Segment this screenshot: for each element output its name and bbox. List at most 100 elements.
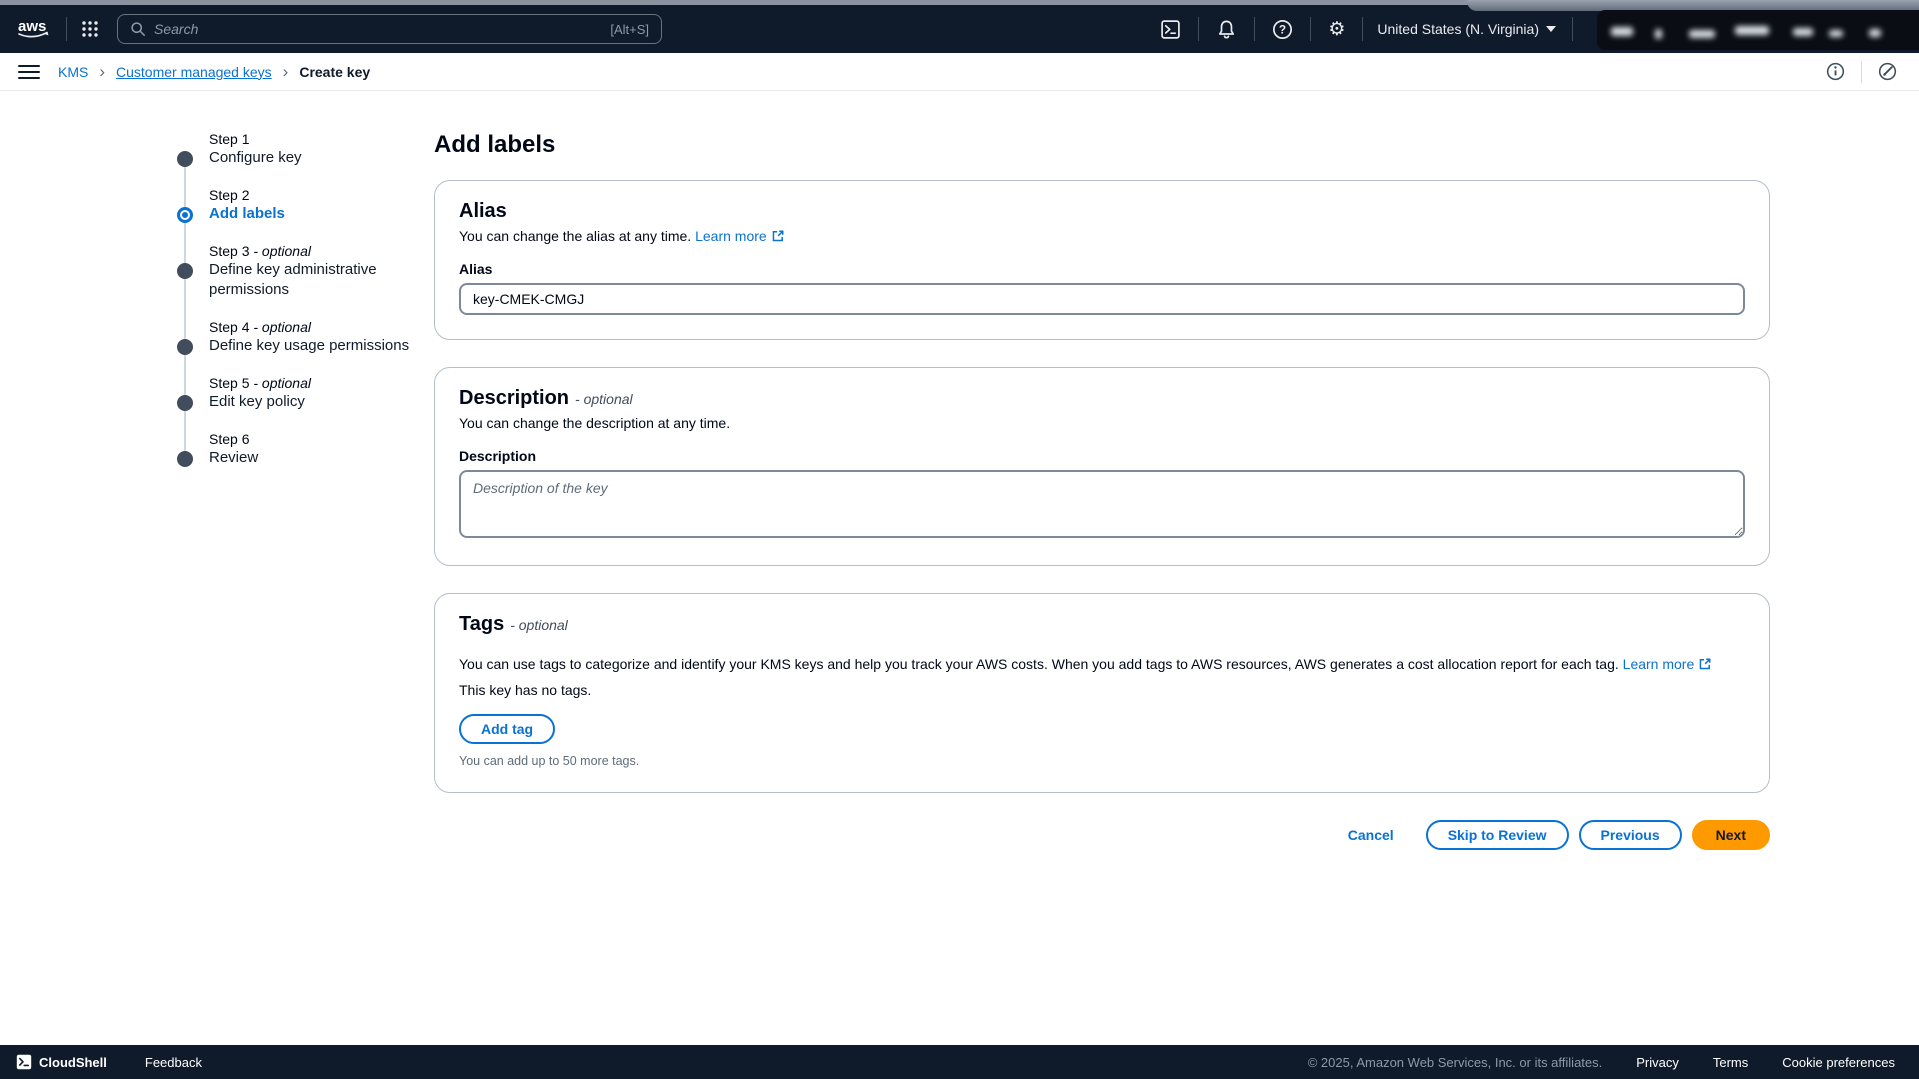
breadcrumb-separator-icon bbox=[99, 63, 105, 80]
step-link[interactable]: Define key administrative permissions bbox=[209, 260, 419, 300]
description-card-subtitle: You can change the description at any ti… bbox=[459, 415, 1745, 431]
tags-learn-more-link[interactable]: Learn more bbox=[1623, 656, 1713, 672]
step-circle bbox=[177, 263, 193, 279]
footer-right-group: © 2025, Amazon Web Services, Inc. or its… bbox=[1308, 1055, 1895, 1070]
redacted-text bbox=[1611, 27, 1633, 36]
notifications-bell-icon[interactable] bbox=[1199, 14, 1254, 44]
search-input-container[interactable]: [Alt+S] bbox=[117, 14, 662, 44]
breadcrumb: KMS Customer managed keys Create key bbox=[58, 63, 370, 80]
alias-input[interactable] bbox=[459, 283, 1745, 315]
optional-suffix: - optional bbox=[575, 391, 633, 407]
step-link[interactable]: Add labels bbox=[209, 204, 419, 224]
breadcrumb-customer-managed-keys-link[interactable]: Customer managed keys bbox=[116, 64, 272, 80]
topbar-right-group: ? ⚙ United States (N. Virginia) bbox=[1143, 14, 1573, 44]
page-title: Add labels bbox=[434, 131, 1770, 159]
step-circle bbox=[177, 151, 193, 167]
svg-text:?: ? bbox=[1279, 22, 1286, 36]
wizard-main-column: Add labels Alias You can change the alia… bbox=[434, 131, 1770, 850]
status-slash-circle-icon[interactable] bbox=[1876, 60, 1899, 83]
page-content: Step 1 Configure key Step 2 Add labels S… bbox=[0, 91, 1919, 1045]
footer-terms-link[interactable]: Terms bbox=[1713, 1055, 1748, 1070]
search-shortcut-hint: [Alt+S] bbox=[610, 22, 649, 37]
step-circle bbox=[177, 339, 193, 355]
tags-empty-state-text: This key has no tags. bbox=[459, 682, 1745, 698]
description-card: Description - optional You can change the… bbox=[434, 367, 1770, 566]
redacted-text bbox=[1655, 29, 1662, 39]
step-link[interactable]: Review bbox=[209, 448, 419, 468]
wizard-actions: Cancel Skip to Review Previous Next bbox=[434, 820, 1770, 850]
step-item-define-key-usage-permissions: Step 4 - optional Define key usage permi… bbox=[177, 318, 427, 356]
settings-gear-icon[interactable]: ⚙ bbox=[1311, 14, 1362, 44]
redacted-text bbox=[1793, 28, 1813, 36]
alias-field-label: Alias bbox=[459, 261, 1745, 277]
cancel-button[interactable]: Cancel bbox=[1348, 827, 1394, 843]
tags-card: Tags - optional You can use tags to categ… bbox=[434, 593, 1770, 793]
footer-cloudshell-button[interactable]: CloudShell bbox=[16, 1054, 107, 1070]
step-circle-current bbox=[177, 207, 193, 223]
cloudshell-terminal-icon[interactable] bbox=[1143, 14, 1198, 44]
tags-description-text: You can use tags to categorize and ident… bbox=[459, 654, 1745, 674]
next-button[interactable]: Next bbox=[1692, 820, 1770, 850]
step-item-configure-key: Step 1 Configure key bbox=[177, 130, 427, 168]
description-field-label: Description bbox=[459, 448, 1745, 464]
aws-logo-icon: aws bbox=[16, 17, 52, 41]
breadcrumb-separator-icon bbox=[283, 63, 289, 80]
aws-logo[interactable]: aws bbox=[16, 17, 52, 41]
step-link[interactable]: Define key usage permissions bbox=[209, 336, 419, 356]
step-link[interactable]: Configure key bbox=[209, 148, 419, 168]
step-number: Step 5 - optional bbox=[209, 374, 427, 392]
description-textarea[interactable] bbox=[459, 470, 1745, 538]
breadcrumb-kms-link[interactable]: KMS bbox=[58, 64, 88, 80]
footer-cookie-preferences-link[interactable]: Cookie preferences bbox=[1782, 1055, 1895, 1070]
breadcrumb-current-page: Create key bbox=[299, 64, 370, 80]
help-icon[interactable]: ? bbox=[1255, 14, 1310, 44]
svg-text:aws: aws bbox=[18, 18, 46, 35]
footer-privacy-link[interactable]: Privacy bbox=[1636, 1055, 1679, 1070]
tags-limit-text: You can add up to 50 more tags. bbox=[459, 754, 1745, 768]
console-footer: CloudShell Feedback © 2025, Amazon Web S… bbox=[0, 1045, 1919, 1079]
step-number: Step 1 bbox=[209, 130, 427, 148]
step-number: Step 6 bbox=[209, 430, 427, 448]
alias-card-subtitle: You can change the alias at any time. Le… bbox=[459, 228, 1745, 244]
redacted-text bbox=[1829, 30, 1843, 37]
step-number: Step 4 - optional bbox=[209, 318, 427, 336]
skip-to-review-button[interactable]: Skip to Review bbox=[1426, 820, 1569, 850]
external-link-icon bbox=[771, 229, 785, 243]
footer-copyright: © 2025, Amazon Web Services, Inc. or its… bbox=[1308, 1055, 1603, 1070]
region-selector[interactable]: United States (N. Virginia) bbox=[1363, 21, 1572, 37]
divider bbox=[1861, 61, 1862, 83]
description-card-title: Description bbox=[459, 387, 569, 409]
step-item-add-labels: Step 2 Add labels bbox=[177, 186, 427, 224]
topbar-divider bbox=[1572, 17, 1573, 41]
step-item-review: Step 6 Review bbox=[177, 430, 427, 468]
info-icon[interactable] bbox=[1824, 60, 1847, 83]
account-menu-redacted[interactable] bbox=[1597, 10, 1919, 50]
region-label: United States (N. Virginia) bbox=[1377, 21, 1539, 37]
tags-card-title: Tags bbox=[459, 613, 504, 635]
alias-learn-more-link[interactable]: Learn more bbox=[695, 228, 785, 244]
redacted-text bbox=[1689, 30, 1715, 38]
add-tag-button[interactable]: Add tag bbox=[459, 714, 555, 744]
optional-suffix: - optional bbox=[510, 617, 568, 633]
footer-feedback-button[interactable]: Feedback bbox=[145, 1055, 202, 1070]
apps-grid-icon[interactable] bbox=[67, 20, 113, 38]
step-number: Step 3 - optional bbox=[209, 242, 427, 260]
step-item-define-key-administrative-permissions: Step 3 - optional Define key administrat… bbox=[177, 242, 427, 300]
side-menu-hamburger-icon[interactable] bbox=[18, 65, 40, 79]
external-link-icon bbox=[1698, 657, 1712, 671]
breadcrumb-bar: KMS Customer managed keys Create key bbox=[0, 53, 1919, 91]
breadcrumb-right-icons bbox=[1824, 60, 1899, 83]
chevron-down-icon bbox=[1546, 26, 1556, 32]
search-input[interactable] bbox=[154, 21, 602, 37]
wizard-step-navigation: Step 1 Configure key Step 2 Add labels S… bbox=[177, 130, 427, 486]
footer-cloudshell-label: CloudShell bbox=[39, 1055, 107, 1070]
step-number: Step 2 bbox=[209, 186, 427, 204]
alias-card: Alias You can change the alias at any ti… bbox=[434, 180, 1770, 340]
redacted-text bbox=[1869, 29, 1881, 37]
previous-button[interactable]: Previous bbox=[1579, 820, 1682, 850]
cloudshell-terminal-icon bbox=[16, 1054, 32, 1070]
redacted-text bbox=[1735, 26, 1769, 35]
step-link[interactable]: Edit key policy bbox=[209, 392, 419, 412]
step-item-edit-key-policy: Step 5 - optional Edit key policy bbox=[177, 374, 427, 412]
step-circle bbox=[177, 451, 193, 467]
